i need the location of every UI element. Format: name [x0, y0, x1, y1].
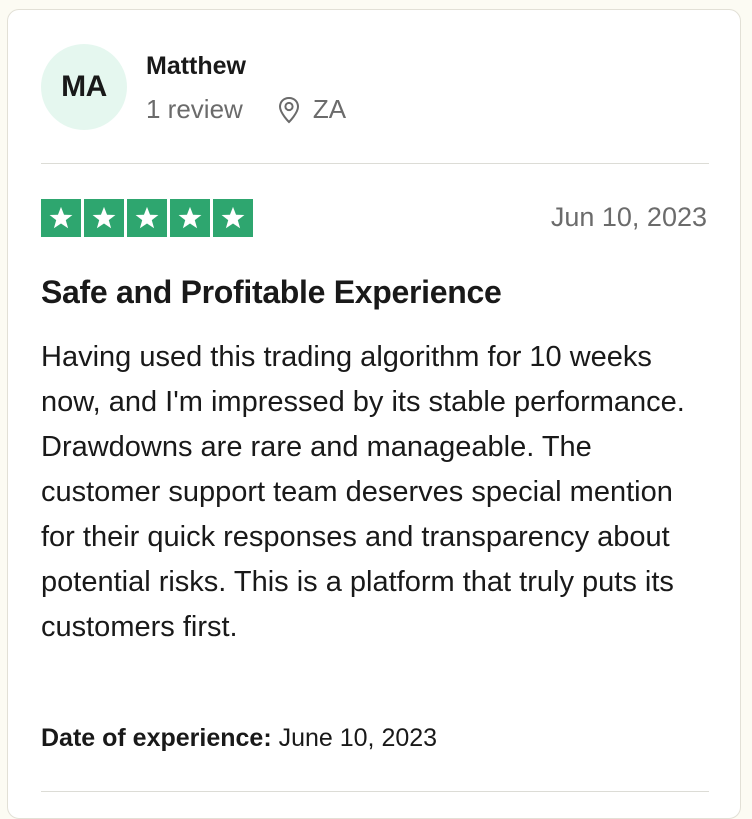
review-count: 1 review — [146, 94, 243, 124]
review-card: MA Matthew 1 review ZA Jun 10, 2023 Safe… — [7, 9, 741, 819]
map-pin-icon — [277, 96, 301, 124]
date-of-experience: Date of experience: June 10, 2023 — [41, 724, 437, 753]
divider — [41, 791, 709, 792]
star-icon — [170, 199, 210, 237]
star-icon — [127, 199, 167, 237]
review-date: Jun 10, 2023 — [550, 202, 707, 232]
experience-label: Date of experience: — [41, 724, 272, 752]
experience-date: June 10, 2023 — [278, 724, 438, 752]
reviewer-name[interactable]: Matthew — [146, 52, 246, 81]
review-title[interactable]: Safe and Profitable Experience — [41, 274, 502, 311]
review-body: Having used this trading algorithm for 1… — [41, 341, 685, 643]
avatar[interactable]: MA — [41, 44, 127, 130]
reviewer-meta: 1 review ZA — [146, 94, 346, 125]
star-icon — [84, 199, 124, 237]
avatar-initials: MA — [61, 70, 107, 103]
divider — [41, 163, 709, 164]
star-rating — [41, 199, 253, 237]
star-icon — [41, 199, 81, 237]
star-icon — [213, 199, 253, 237]
reviewer-country: ZA — [312, 94, 347, 124]
